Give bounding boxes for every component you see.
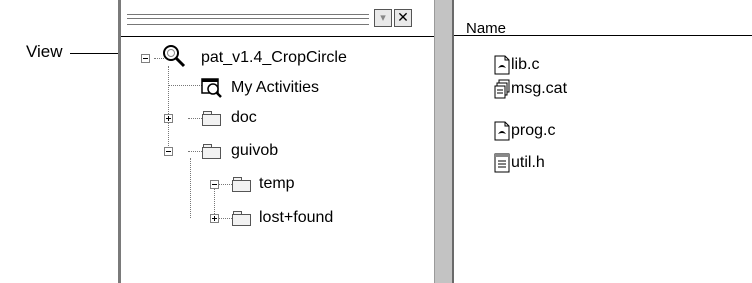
file-name: prog.c <box>511 122 556 139</box>
tree-pane-header: ▾ ✕ <box>121 0 434 37</box>
view-magnifier-icon <box>163 45 186 68</box>
tree-connector <box>168 85 202 86</box>
tree-connector <box>190 158 191 218</box>
pane-close-button[interactable]: ✕ <box>394 9 412 27</box>
folder-icon <box>232 211 251 226</box>
collapse-guivob-button[interactable] <box>164 147 173 156</box>
pane-grip-handle[interactable] <box>127 14 369 25</box>
name-column-label: Name <box>466 20 507 37</box>
tree-connector <box>188 151 202 152</box>
folder-icon <box>202 144 221 159</box>
c-source-file-icon <box>494 55 510 75</box>
header-file-icon <box>494 153 510 173</box>
expand-doc-button[interactable] <box>164 114 173 123</box>
tree-item-guivob[interactable]: guivob <box>231 142 278 160</box>
folder-icon <box>202 111 221 126</box>
tree-connector <box>219 184 232 185</box>
expand-lost-found-button[interactable] <box>210 214 219 223</box>
tree-item-temp[interactable]: temp <box>259 175 295 193</box>
tree-connector <box>219 218 232 219</box>
folder-icon <box>232 177 251 192</box>
collapse-root-button[interactable] <box>141 54 150 63</box>
name-column-header[interactable]: Name <box>454 0 752 37</box>
catalog-file-icon <box>494 79 510 99</box>
file-name: util.h <box>511 154 545 171</box>
tree-item-lost-found[interactable]: lost+found <box>259 209 333 227</box>
pane-dropdown-button[interactable]: ▾ <box>374 9 392 27</box>
tree-pane: ▾ ✕ pat_v1.4_CropCircle My Activities do… <box>118 0 434 283</box>
c-source-file-icon <box>494 121 510 141</box>
tree-item-my-activities[interactable]: My Activities <box>231 79 319 97</box>
file-name: msg.cat <box>511 80 568 97</box>
file-name: lib.c <box>511 56 540 73</box>
collapse-temp-button[interactable] <box>210 180 219 189</box>
callout-leader-line <box>70 53 118 54</box>
activities-icon <box>201 78 222 98</box>
tree-connector <box>168 66 169 84</box>
tree-root-label[interactable]: pat_v1.4_CropCircle <box>201 49 347 67</box>
pane-splitter[interactable] <box>434 0 454 283</box>
tree-connector <box>214 184 215 218</box>
tree-connector <box>188 118 202 119</box>
tree-item-doc[interactable]: doc <box>231 109 257 127</box>
file-list-pane: Name lib.c msg.cat prog.c util.h <box>454 0 752 283</box>
callout-view-label: View <box>26 42 63 61</box>
